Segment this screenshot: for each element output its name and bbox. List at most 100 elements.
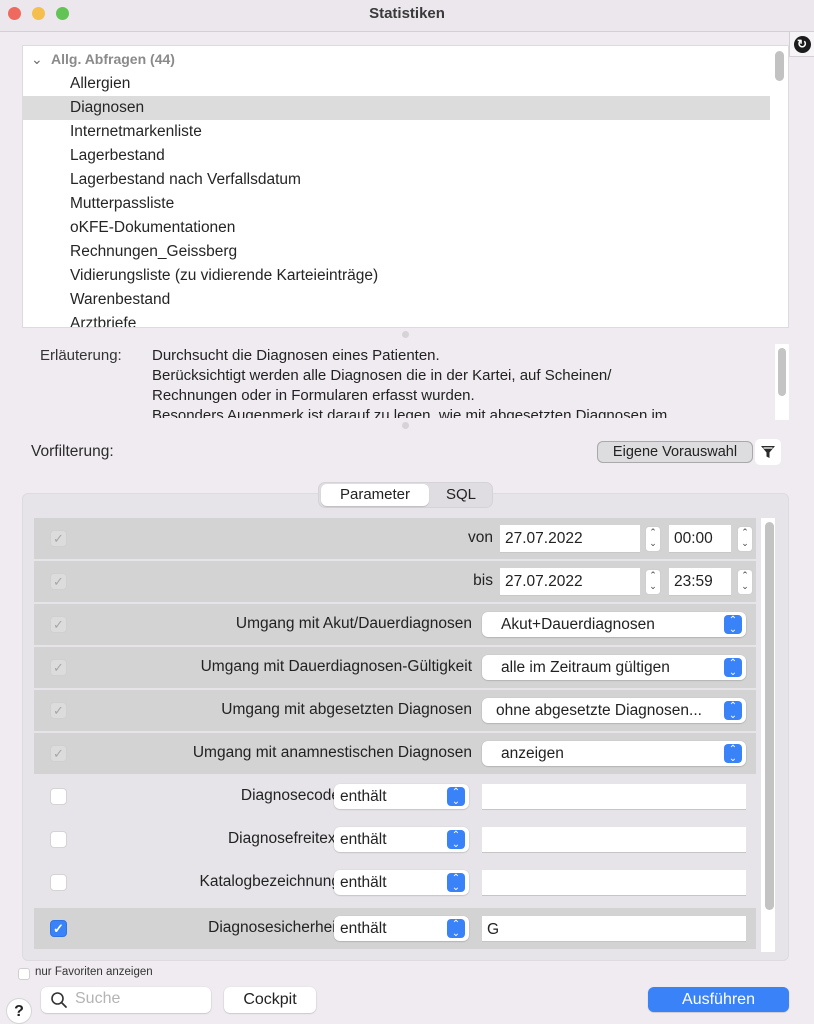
diagnosecode-input[interactable] bbox=[482, 784, 746, 810]
sicherheit-operator-select[interactable]: enthält ⌃ ⌄ bbox=[334, 916, 469, 941]
parameter-rows: ✓ von 27.07.2022 ⌃ ⌄ 00:00 ⌃ ⌄ ✓ bis 27.07… bbox=[34, 518, 756, 952]
param-checkbox[interactable]: ✓ bbox=[50, 616, 67, 633]
filter-button[interactable] bbox=[755, 439, 781, 465]
search-placeholder: Suche bbox=[75, 990, 121, 1007]
query-item-diagnosen[interactable]: Diagnosen bbox=[23, 96, 770, 120]
param-checkbox[interactable]: ✓ bbox=[50, 659, 67, 676]
param-checkbox[interactable]: ✓ bbox=[50, 530, 67, 547]
splitter-handle[interactable] bbox=[402, 422, 409, 429]
to-time-field[interactable]: 23:59 bbox=[669, 568, 731, 596]
select-value: anzeigen bbox=[501, 745, 564, 762]
param-label: Umgang mit Akut/Dauerdiagnosen bbox=[235, 615, 472, 632]
select-value: enthält bbox=[340, 920, 387, 937]
query-list-scrollbar[interactable] bbox=[775, 51, 784, 81]
param-label: Diagnosefreitext bbox=[227, 830, 340, 847]
param-label: Diagnosesicherheit bbox=[208, 919, 340, 936]
param-row-akut-dauer: ✓ Umgang mit Akut/Dauerdiagnosen Akut+Da… bbox=[34, 604, 756, 645]
diagnosefreitext-input[interactable] bbox=[482, 827, 746, 853]
from-date-stepper[interactable]: ⌃ ⌄ bbox=[645, 526, 661, 552]
select-arrows-icon: ⌃ ⌄ bbox=[724, 615, 742, 635]
query-item-warenbestand[interactable]: Warenbestand bbox=[23, 288, 770, 312]
filter-icon bbox=[761, 446, 775, 458]
tab-parameter[interactable]: Parameter bbox=[321, 484, 429, 506]
to-date-field[interactable]: 27.07.2022 bbox=[500, 568, 640, 596]
param-label: Umgang mit Dauerdiagnosen-Gültigkeit bbox=[200, 658, 472, 675]
select-arrows-icon: ⌃ ⌄ bbox=[724, 701, 742, 721]
akut-dauer-select[interactable]: Akut+Dauerdiagnosen ⌃ ⌄ bbox=[482, 612, 746, 637]
parameter-scrollbar[interactable] bbox=[765, 522, 774, 910]
to-date-stepper[interactable]: ⌃ ⌄ bbox=[645, 569, 661, 595]
param-label: Umgang mit anamnestischen Diagnosen bbox=[192, 744, 472, 761]
abgesetzt-select[interactable]: ohne abgesetzte Diagnosen... ⌃ ⌄ bbox=[482, 698, 746, 723]
param-row-diagnosefreitext: Diagnosefreitext enthält ⌃ ⌄ bbox=[34, 819, 756, 860]
select-value: enthält bbox=[340, 788, 387, 805]
select-value: enthält bbox=[340, 874, 387, 891]
select-arrows-icon: ⌃ ⌄ bbox=[447, 873, 465, 893]
prefilter-label: Vorfilterung: bbox=[31, 443, 114, 460]
from-time-field[interactable]: 00:00 bbox=[669, 525, 731, 553]
tab-bar: Parameter SQL bbox=[318, 482, 493, 508]
from-time-stepper[interactable]: ⌃ ⌄ bbox=[737, 526, 753, 552]
katalog-input[interactable] bbox=[482, 870, 746, 896]
favorites-checkbox[interactable] bbox=[18, 968, 30, 980]
query-item-mutterpassliste[interactable]: Mutterpassliste bbox=[23, 192, 770, 216]
to-time-stepper[interactable]: ⌃ ⌄ bbox=[737, 569, 753, 595]
query-list: ⌄ Allg. Abfragen (44) Allergien Diagnosen… bbox=[22, 45, 789, 328]
query-item-arztbriefe[interactable]: Arztbriefe bbox=[23, 312, 770, 327]
diagnosecode-operator-select[interactable]: enthält ⌃ ⌄ bbox=[334, 784, 469, 809]
select-value: ohne abgesetzte Diagnosen... bbox=[496, 702, 702, 719]
explanation-scrollbar[interactable] bbox=[778, 348, 786, 396]
param-checkbox[interactable]: ✓ bbox=[50, 573, 67, 590]
query-item-allergien[interactable]: Allergien bbox=[23, 72, 770, 96]
diagnosefreitext-operator-select[interactable]: enthält ⌃ ⌄ bbox=[334, 827, 469, 852]
query-item-okfe[interactable]: oKFE-Dokumentationen bbox=[23, 216, 770, 240]
query-item-lagerbestand-verfallsdatum[interactable]: Lagerbestand nach Verfallsdatum bbox=[23, 168, 770, 192]
select-arrows-icon: ⌃ ⌄ bbox=[447, 787, 465, 807]
param-label: Katalogbezeichnung bbox=[199, 873, 340, 890]
favorites-label: nur Favoriten anzeigen bbox=[35, 966, 153, 978]
param-label: Diagnosecode bbox=[240, 787, 340, 804]
run-button[interactable]: Ausführen bbox=[648, 987, 789, 1012]
query-group-label: Allg. Abfragen (44) bbox=[51, 51, 175, 67]
anamnestisch-select[interactable]: anzeigen ⌃ ⌄ bbox=[482, 741, 746, 766]
search-icon bbox=[51, 992, 67, 1008]
cockpit-button[interactable]: Cockpit bbox=[224, 987, 316, 1013]
param-checkbox-checked[interactable]: ✓ bbox=[50, 920, 67, 937]
param-row-abgesetzt: ✓ Umgang mit abgesetzten Diagnosen ohne … bbox=[34, 690, 756, 731]
param-row-von: ✓ von 27.07.2022 ⌃ ⌄ 00:00 ⌃ ⌄ bbox=[34, 518, 756, 559]
select-value: Akut+Dauerdiagnosen bbox=[501, 616, 655, 633]
gueltigkeit-select[interactable]: alle im Zeitraum gültigen ⌃ ⌄ bbox=[482, 655, 746, 680]
query-item-vidierungsliste[interactable]: Vidierungsliste (zu vidierende Karteiein… bbox=[23, 264, 770, 288]
window-title: Statistiken bbox=[369, 5, 445, 22]
param-row-bis: ✓ bis 27.07.2022 ⌃ ⌄ 23:59 ⌃ ⌄ bbox=[34, 561, 756, 602]
from-date-field[interactable]: 27.07.2022 bbox=[500, 525, 640, 553]
query-group-header[interactable]: ⌄ Allg. Abfragen (44) bbox=[31, 51, 175, 68]
param-row-diagnosesicherheit: ✓ Diagnosesicherheit enthält ⌃ ⌄ G bbox=[34, 908, 756, 949]
sicherheit-input[interactable]: G bbox=[482, 916, 746, 942]
explanation-line: Rechnungen oder in Formularen erfasst wu… bbox=[152, 387, 475, 404]
param-checkbox[interactable]: ✓ bbox=[50, 745, 67, 762]
splitter-handle[interactable] bbox=[402, 331, 409, 338]
refresh-button[interactable]: ↻ bbox=[789, 32, 814, 57]
katalog-operator-select[interactable]: enthält ⌃ ⌄ bbox=[334, 870, 469, 895]
select-arrows-icon: ⌃ ⌄ bbox=[447, 830, 465, 850]
explanation-line: Berücksichtigt werden alle Diagnosen die… bbox=[152, 367, 612, 384]
query-item-internetmarkenliste[interactable]: Internetmarkenliste bbox=[23, 120, 770, 144]
search-input[interactable]: Suche bbox=[41, 987, 211, 1013]
chevron-down-icon: ⌄ bbox=[31, 51, 43, 67]
tab-sql[interactable]: SQL bbox=[431, 484, 491, 506]
own-selection-button[interactable]: Eigene Vorauswahl bbox=[597, 441, 753, 463]
query-item-lagerbestand[interactable]: Lagerbestand bbox=[23, 144, 770, 168]
select-arrows-icon: ⌃ ⌄ bbox=[447, 919, 465, 939]
param-label: von bbox=[468, 529, 493, 546]
param-checkbox[interactable]: ✓ bbox=[50, 702, 67, 719]
explanation-line: Durchsucht die Diagnosen eines Patienten… bbox=[152, 347, 440, 364]
param-checkbox[interactable] bbox=[50, 874, 67, 891]
explanation-label: Erläuterung: bbox=[40, 347, 122, 364]
param-checkbox[interactable] bbox=[50, 831, 67, 848]
help-button[interactable]: ? bbox=[6, 998, 32, 1024]
param-label: bis bbox=[473, 572, 493, 589]
refresh-icon: ↻ bbox=[793, 35, 811, 53]
param-checkbox[interactable] bbox=[50, 788, 67, 805]
query-item-rechnungen[interactable]: Rechnungen_Geissberg bbox=[23, 240, 770, 264]
